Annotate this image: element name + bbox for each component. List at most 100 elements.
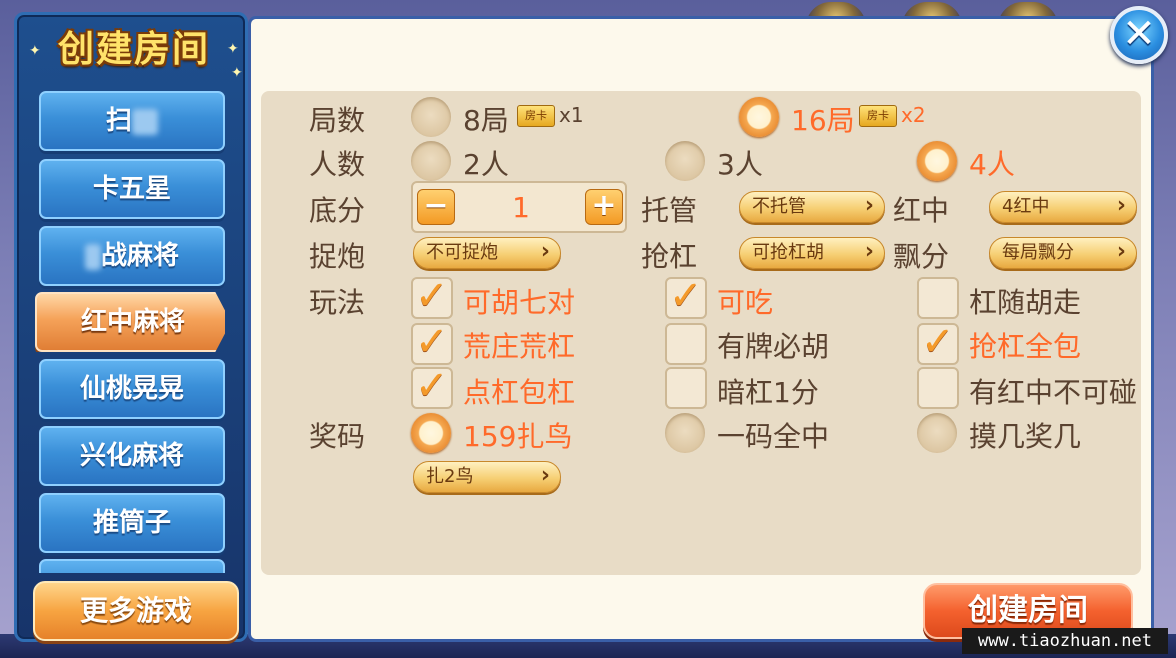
watermark: www.tiaozhuan.net [962, 628, 1168, 654]
players-2-text: 2人 [463, 148, 509, 181]
play-option-checkbox[interactable] [665, 367, 707, 409]
room-card-icon: 房卡 [859, 105, 897, 127]
rounds-8-radio[interactable] [411, 97, 451, 137]
award-text: 159扎鸟 [463, 420, 573, 453]
chevron-right-icon: › [1116, 239, 1126, 264]
auto-play-dropdown[interactable]: 不托管 › [739, 191, 885, 223]
settings-box: 局数 8局 房卡 x1 16局 房卡 x2 人数 2人 3人 4人 底分 − 1… [261, 91, 1141, 575]
game-item-8[interactable] [39, 559, 225, 573]
rob-kong-label: 抢杠 [641, 240, 698, 273]
rob-kong-value: 可抢杠胡 [752, 242, 824, 263]
more-games-button[interactable]: 更多游戏 [33, 581, 239, 641]
red-zhong-dropdown[interactable]: 4红中 › [989, 191, 1137, 223]
chevron-right-icon: › [540, 463, 550, 488]
game-item-7[interactable]: 推筒子 [39, 493, 225, 553]
play-option-text: 有红中不可碰 [969, 376, 1138, 409]
play-option-checkbox[interactable]: ✓ [665, 273, 707, 319]
play-label: 玩法 [309, 286, 366, 319]
game-item-4-selected[interactable]: 红中麻将 [35, 292, 225, 352]
room-settings-panel: 局数 8局 房卡 x1 16局 房卡 x2 人数 2人 3人 4人 底分 − 1… [248, 16, 1154, 642]
bird-count-value: 扎2鸟 [426, 466, 474, 487]
rounds-16-radio[interactable] [739, 97, 779, 137]
rounds-8-mult: x1 [559, 103, 584, 127]
blurred-text [132, 108, 158, 135]
rounds-16-mult: x2 [901, 103, 926, 127]
game-item-label: 仙桃晃晃 [79, 374, 184, 404]
base-score-value: 1 [512, 191, 530, 224]
chevron-right-icon: › [1116, 193, 1126, 218]
game-item-2[interactable]: 卡五星 [39, 159, 225, 219]
award-radio[interactable] [917, 413, 957, 453]
play-option-text: 有牌必胡 [717, 330, 830, 363]
checkmark-icon: ✓ [669, 273, 703, 319]
chevron-right-icon: › [864, 239, 874, 264]
game-list[interactable]: 扫 卡五星 战麻将 红中麻将 仙桃晃晃 兴化麻将 推筒子 [35, 91, 225, 573]
catch-pao-dropdown[interactable]: 不可捉炮 › [413, 237, 561, 269]
game-item-label: 推筒子 [92, 508, 171, 538]
bird-count-dropdown[interactable]: 扎2鸟 › [413, 461, 561, 493]
award-label: 奖码 [309, 420, 366, 453]
chevron-right-icon: › [540, 239, 550, 264]
sparkle-icon: ✦ [227, 41, 239, 57]
checkmark-icon: ✓ [415, 273, 449, 319]
game-item-6[interactable]: 兴化麻将 [39, 426, 225, 486]
play-option-text: 可胡七对 [463, 286, 576, 319]
players-3-radio[interactable] [665, 141, 705, 181]
red-zhong-value: 4红中 [1002, 196, 1050, 217]
play-option-text: 荒庄荒杠 [463, 330, 576, 363]
auto-play-value: 不托管 [752, 196, 806, 217]
game-select-panel: 创建房间 ✦ ✦ ✦ 扫 卡五星 战麻将 红中麻将 仙桃晃晃 兴化麻将 推筒子 … [14, 12, 248, 642]
rob-kong-dropdown[interactable]: 可抢杠胡 › [739, 237, 885, 269]
base-score-label: 底分 [309, 194, 366, 227]
game-item-3[interactable]: 战麻将 [39, 226, 225, 286]
play-option-text: 暗杠1分 [717, 376, 819, 409]
blurred-text [84, 243, 101, 270]
game-item-label: 卡五星 [92, 174, 171, 204]
catch-pao-label: 捉炮 [309, 240, 366, 273]
rounds-label: 局数 [309, 104, 366, 137]
play-option-text: 可吃 [717, 286, 774, 319]
catch-pao-value: 不可捉炮 [426, 242, 498, 263]
play-option-checkbox[interactable] [917, 367, 959, 409]
play-option-checkbox[interactable]: ✓ [411, 319, 453, 365]
game-item-label: 兴化麻将 [79, 441, 184, 471]
players-label: 人数 [309, 148, 366, 181]
award-radio[interactable] [665, 413, 705, 453]
rounds-16-text: 16局 [791, 104, 855, 137]
checkmark-icon: ✓ [415, 319, 449, 365]
play-option-checkbox[interactable]: ✓ [411, 273, 453, 319]
play-option-checkbox[interactable]: ✓ [411, 363, 453, 409]
rounds-8-text: 8局 [463, 104, 509, 137]
checkmark-icon: ✓ [921, 319, 955, 365]
piao-label: 飘分 [893, 240, 950, 273]
room-card-icon: 房卡 [517, 105, 555, 127]
sparkle-icon: ✦ [29, 43, 41, 59]
players-4-radio[interactable] [917, 141, 957, 181]
players-2-radio[interactable] [411, 141, 451, 181]
panel-title: 创建房间 [57, 29, 210, 70]
plus-button[interactable]: + [585, 189, 623, 225]
play-option-text: 杠随胡走 [969, 286, 1082, 319]
game-item-label: 扫 [105, 106, 132, 136]
chevron-right-icon: › [864, 193, 874, 218]
piao-dropdown[interactable]: 每局飘分 › [989, 237, 1137, 269]
base-score-stepper: − 1 + [411, 181, 627, 233]
game-item-label: 红中麻将 [80, 307, 185, 337]
play-option-checkbox[interactable]: ✓ [917, 319, 959, 365]
award-text: 一码全中 [717, 420, 830, 453]
award-radio[interactable] [411, 413, 451, 453]
minus-button[interactable]: − [417, 189, 455, 225]
players-3-text: 3人 [717, 148, 763, 181]
close-button[interactable]: ✕ [1110, 6, 1168, 64]
play-option-checkbox[interactable] [665, 323, 707, 365]
play-option-checkbox[interactable] [917, 277, 959, 319]
sparkle-icon: ✦ [231, 65, 243, 81]
game-item-5[interactable]: 仙桃晃晃 [39, 359, 225, 419]
game-item-label: 战麻将 [100, 241, 179, 271]
game-item-1[interactable]: 扫 [39, 91, 225, 151]
play-option-text: 抢杠全包 [969, 330, 1082, 363]
red-zhong-label: 红中 [893, 194, 950, 227]
auto-play-label: 托管 [641, 194, 698, 227]
play-option-text: 点杠包杠 [463, 376, 576, 409]
award-text: 摸几奖几 [969, 420, 1082, 453]
